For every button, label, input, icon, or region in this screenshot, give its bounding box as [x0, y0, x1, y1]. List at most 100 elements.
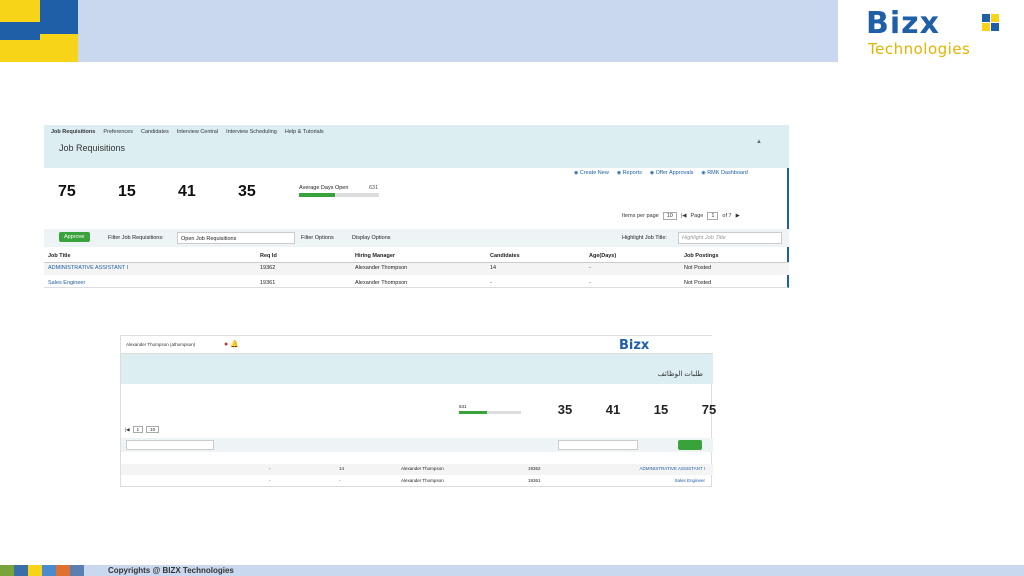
job-title-link[interactable]: ADMINISTRATIVE ASSISTANT I	[48, 265, 128, 271]
highlight-input[interactable]	[126, 440, 214, 450]
footer-block	[0, 565, 14, 576]
hiring-manager[interactable]: Alexander Thompson	[401, 478, 444, 483]
req-id: 19361	[528, 478, 541, 483]
page-title: Job Requisitions	[59, 143, 126, 153]
logo-square	[991, 14, 999, 22]
offer-approvals-link[interactable]: Offer Approvals	[650, 170, 694, 176]
rmk-dashboard-link[interactable]: RMK Dashboard	[701, 170, 748, 176]
kpi-tiles: 75 15 41 35	[58, 183, 298, 201]
average-days-open: 631	[459, 404, 521, 414]
display-options-button[interactable]: Display Options	[352, 235, 391, 241]
age-days: -	[589, 280, 591, 286]
job-postings[interactable]: Not Posted	[684, 265, 711, 271]
job-title-link[interactable]: ADMINISTRATIVE ASSISTANT I	[639, 466, 705, 471]
filter-options-button[interactable]: Filter Options	[301, 235, 334, 241]
highlight-input[interactable]: Highlight Job Title	[678, 232, 782, 244]
job-title-link[interactable]: Sales Engineer	[48, 280, 85, 286]
screenshot-english: Job Requisitions Preferences Candidates …	[44, 125, 789, 288]
job-postings[interactable]: Not Posted	[684, 280, 711, 286]
candidates[interactable]: 14	[339, 466, 344, 471]
top-bar: Job Requisitions Preferences Candidates …	[44, 125, 789, 168]
age-days: -	[269, 466, 271, 471]
footer-block	[56, 565, 70, 576]
page-input[interactable]: 1	[707, 212, 719, 220]
kpi-value[interactable]: 15	[118, 183, 178, 201]
collapse-icon[interactable]: ▲	[756, 139, 762, 145]
table-row[interactable]: Sales Engineer 19361 Alexander Thompson …	[44, 278, 789, 290]
avg-bar	[459, 411, 521, 414]
avg-value: 631	[369, 185, 379, 191]
nav-job-requisitions[interactable]: Job Requisitions	[51, 129, 95, 135]
kpi-value[interactable]: 41	[589, 402, 637, 417]
col-header[interactable]: Job Title	[48, 253, 71, 259]
footer-block	[14, 565, 28, 576]
first-page-icon[interactable]: |◀	[125, 427, 130, 433]
action-links: Create New Reports Offer Approvals RMK D…	[574, 170, 748, 176]
nav-interview-central[interactable]: Interview Central	[177, 129, 218, 135]
bizx-logo: Bizx Technologies	[862, 6, 1012, 58]
nav-candidates[interactable]: Candidates	[141, 129, 169, 135]
logo-word: Bizx	[866, 6, 940, 41]
job-title-link[interactable]: Sales Engineer	[674, 478, 705, 483]
req-id: 19362	[528, 466, 541, 471]
notification-icon[interactable]: ● 🔔	[224, 340, 239, 348]
candidates[interactable]: -	[490, 280, 492, 286]
approve-button[interactable]: Approve	[59, 232, 90, 242]
footer-block	[28, 565, 42, 576]
kpi-tiles: 35 41 15 75	[541, 402, 733, 417]
filter-select[interactable]: Open Job Requisitions	[177, 232, 295, 244]
hiring-manager[interactable]: Alexander Thompson	[355, 280, 407, 286]
col-header[interactable]: Req Id	[260, 253, 277, 259]
footer-block	[42, 565, 56, 576]
pager: Items per page 10 |◀ Page 1 of 7 ▶	[622, 212, 740, 220]
corner-square-blue	[40, 0, 78, 34]
candidates[interactable]: 14	[490, 265, 496, 271]
logo-square	[982, 23, 990, 31]
col-header[interactable]: Age(Days)	[589, 253, 616, 259]
age-days: -	[269, 478, 271, 483]
kpi-value[interactable]: 35	[541, 402, 589, 417]
screenshot-arabic: Alexander Thompson (athompson) ● 🔔 Bizx …	[120, 335, 716, 487]
hiring-manager[interactable]: Alexander Thompson	[355, 265, 407, 271]
table-row[interactable]: ADMINISTRATIVE ASSISTANT I 19362 Alexand…	[44, 263, 789, 275]
highlight-label: Highlight Job Title:	[622, 235, 667, 241]
kpi-value[interactable]: 41	[178, 183, 238, 201]
kpi-value[interactable]: 75	[685, 402, 733, 417]
items-per-page-select[interactable]: 10	[146, 426, 160, 433]
create-new-link[interactable]: Create New	[574, 170, 609, 176]
approve-button[interactable]	[678, 440, 702, 450]
col-header[interactable]: Hiring Manager	[355, 253, 395, 259]
bizx-logo: Bizx	[619, 338, 650, 353]
top-bar: Alexander Thompson (athompson) ● 🔔 Bizx	[121, 336, 713, 354]
hiring-manager[interactable]: Alexander Thompson	[401, 466, 444, 471]
page-title: طلبات الوظائف	[657, 371, 703, 378]
logo-square	[991, 23, 999, 31]
kpi-value[interactable]: 35	[238, 183, 298, 201]
page-input[interactable]: 1	[132, 426, 144, 433]
table-row[interactable]: ADMINISTRATIVE ASSISTANT I 19362 Alexand…	[121, 464, 713, 475]
kpi-value[interactable]: 75	[58, 183, 118, 201]
avg-value: 631	[459, 404, 467, 409]
filter-select[interactable]	[558, 440, 638, 450]
corner-square-yellow	[0, 0, 40, 22]
col-header[interactable]: Candidates	[490, 253, 520, 259]
table-row[interactable]: Sales Engineer 19361 Alexander Thompson …	[121, 476, 713, 487]
nav-help[interactable]: Help & Tutorials	[285, 129, 324, 135]
candidates[interactable]: -	[339, 478, 341, 483]
logo-square	[982, 14, 990, 22]
kpi-value[interactable]: 15	[637, 402, 685, 417]
footer-block	[70, 565, 84, 576]
items-per-page-select[interactable]: 10	[662, 212, 677, 220]
first-page-icon[interactable]: |◀	[681, 213, 687, 219]
req-id: 19362	[260, 265, 276, 271]
user-menu[interactable]: Alexander Thompson (athompson)	[126, 342, 195, 347]
avg-label: Average Days Open	[299, 185, 349, 191]
col-header[interactable]: Job Postings	[684, 253, 719, 259]
copyright-text: Copyrights @ BIZX Technologies	[108, 566, 234, 575]
avg-bar-fill	[299, 193, 335, 197]
page-label: Page	[690, 213, 704, 219]
reports-link[interactable]: Reports	[617, 170, 642, 176]
next-page-icon[interactable]: ▶	[736, 213, 740, 219]
nav-preferences[interactable]: Preferences	[103, 129, 133, 135]
nav-interview-scheduling[interactable]: Interview Scheduling	[226, 129, 277, 135]
